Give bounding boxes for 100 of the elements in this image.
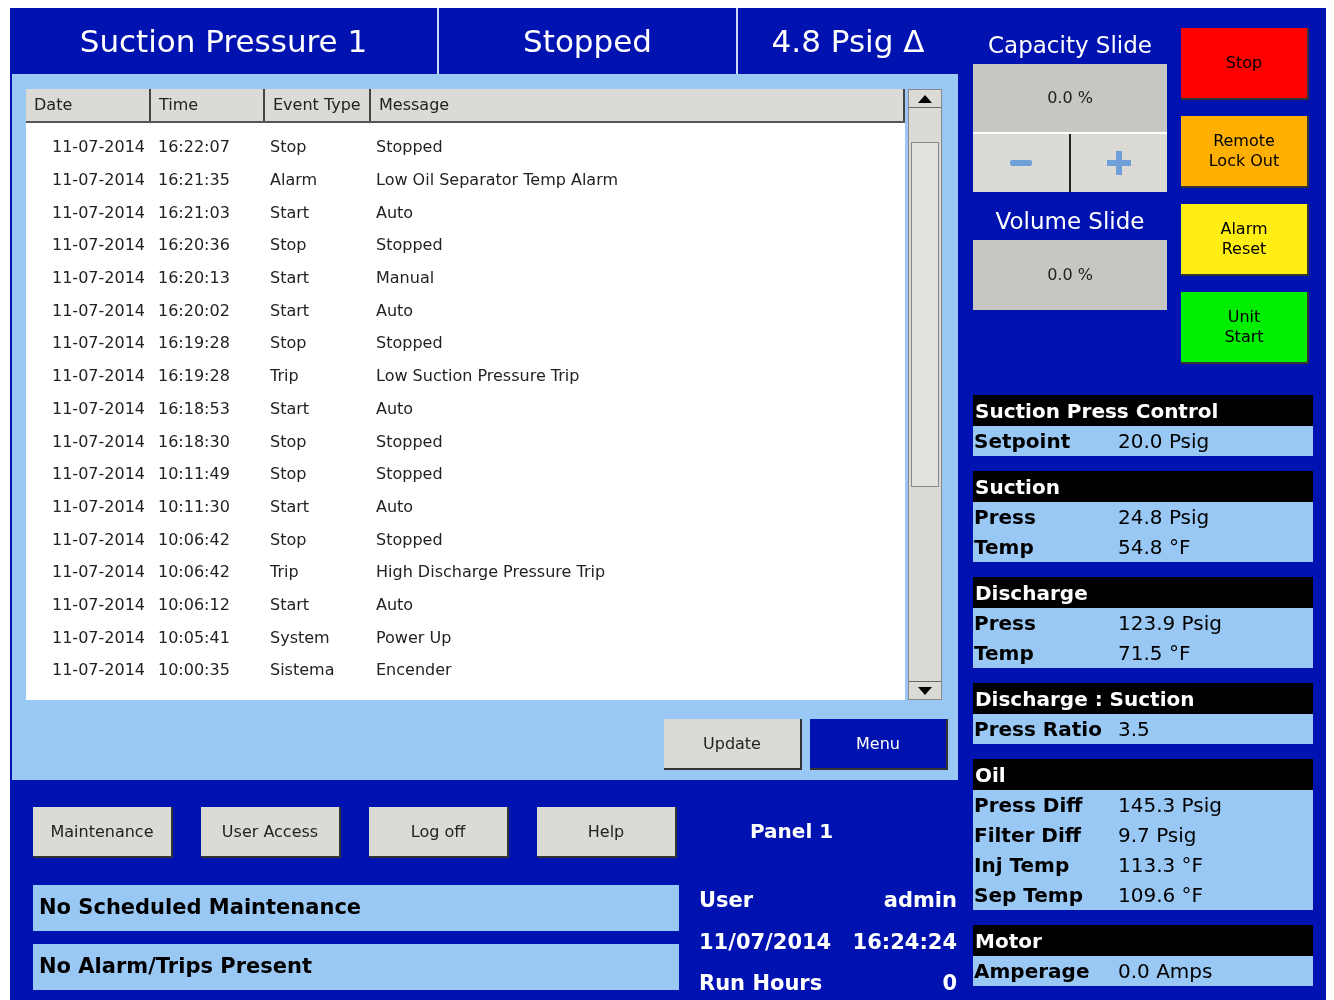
table-cell-text: Auto: [375, 593, 415, 616]
control-button[interactable]: Alarm Reset: [1181, 204, 1309, 276]
control-button[interactable]: Unit Start: [1181, 292, 1309, 364]
table-cell-text: Stopped: [375, 234, 444, 257]
table-cell-text: 10:11:30: [157, 495, 231, 518]
table-cell-text: 11-07-2014: [51, 626, 146, 649]
reading-value: 3.5: [1118, 716, 1150, 743]
table-cell-text: 10:00:35: [157, 659, 231, 682]
table-cell-text: 16:20:36: [157, 234, 231, 257]
table-cell-text: 16:21:35: [157, 169, 231, 192]
minus-icon: [1010, 160, 1032, 166]
section-title: Suction: [973, 471, 1313, 502]
table-cell-text: 11-07-2014: [51, 169, 146, 192]
table-cell-text: 16:21:03: [157, 201, 231, 224]
table-cell-text: Auto: [375, 495, 415, 518]
table-cell-text: 16:22:07: [157, 136, 231, 159]
table-cell-text: 11-07-2014: [51, 593, 146, 616]
volume-slide-title: Volume Slide: [994, 207, 1146, 236]
table-cell-text: Power Up: [375, 626, 453, 649]
panel-name: Panel 1: [750, 818, 834, 845]
volume-slide-value: 0.0 %: [973, 240, 1167, 310]
table-cell-text: 11-07-2014: [51, 234, 146, 257]
table-cell-text: High Discharge Pressure Trip: [375, 561, 607, 584]
table-cell-text: Start: [269, 593, 311, 616]
increase-button[interactable]: [1071, 134, 1167, 192]
run-hours-label: Run Hours: [699, 970, 823, 997]
reading-label: Press Diff: [973, 792, 1084, 819]
table-cell-text: 11-07-2014: [51, 463, 146, 486]
nav-button[interactable]: Log off: [369, 807, 509, 858]
status-message: No Scheduled Maintenance: [33, 885, 679, 931]
update-button[interactable]: Update: [664, 719, 802, 770]
table-cell-text: Start: [269, 299, 311, 322]
section-title: Discharge : Suction: [973, 683, 1313, 714]
control-button[interactable]: Stop: [1181, 28, 1309, 100]
table-cell-text: Trip: [269, 365, 300, 388]
table-cell-text: Stop: [269, 463, 308, 486]
reading-label: Press Ratio: [973, 716, 1103, 743]
status-message: No Alarm/Trips Present: [33, 944, 679, 990]
table-cell-text: Stopped: [375, 528, 444, 551]
nav-button[interactable]: Maintenance: [33, 807, 173, 858]
table-cell-text: 11-07-2014: [51, 201, 146, 224]
table-cell-text: Start: [269, 267, 311, 290]
table-cell-text: 16:20:02: [157, 299, 231, 322]
table-cell-text: Stop: [269, 332, 308, 355]
table-cell-text: 16:18:53: [157, 397, 231, 420]
decrease-button[interactable]: [973, 134, 1069, 192]
nav-button[interactable]: User Access: [201, 807, 341, 858]
reading-value: 20.0 Psig: [1118, 428, 1210, 455]
table-cell-text: 11-07-2014: [51, 136, 146, 159]
table-cell-text: 11-07-2014: [51, 365, 146, 388]
run-hours-value: 0: [942, 970, 957, 997]
table-cell-text: Encender: [375, 659, 453, 682]
column-header[interactable]: Date: [26, 89, 151, 121]
table-cell-text: Auto: [375, 299, 415, 322]
nav-button[interactable]: Help: [537, 807, 677, 858]
table-cell-text: Stopped: [375, 136, 444, 159]
section-title: Oil: [973, 759, 1313, 790]
reading-value: 24.8 Psig: [1118, 504, 1210, 531]
table-cell-text: 11-07-2014: [51, 299, 146, 322]
menu-button[interactable]: Menu: [810, 719, 948, 770]
column-header[interactable]: Message: [371, 89, 905, 121]
capacity-slide-title: Capacity Slide: [987, 31, 1153, 60]
reading-label: Amperage: [973, 958, 1091, 985]
down-arrow-icon: [918, 686, 932, 695]
section-title: Motor: [973, 925, 1313, 956]
control-button[interactable]: Remote Lock Out: [1181, 116, 1309, 188]
table-cell-text: 11-07-2014: [51, 495, 146, 518]
section-title: Discharge: [973, 577, 1313, 608]
table-cell-text: 11-07-2014: [51, 561, 146, 584]
table-cell-text: 10:06:42: [157, 528, 231, 551]
section-title: Suction Press Control: [973, 395, 1313, 426]
reading-label: Temp: [973, 534, 1035, 561]
table-cell-text: Start: [269, 397, 311, 420]
table-cell-text: Low Oil Separator Temp Alarm: [375, 169, 620, 192]
table-cell-text: 16:19:28: [157, 365, 231, 388]
reading-value: 54.8 °F: [1118, 534, 1191, 561]
table-cell-text: System: [269, 626, 331, 649]
table-cell-text: 11-07-2014: [51, 397, 146, 420]
capacity-slide-value: 0.0 %: [973, 64, 1167, 134]
table-cell-text: Stop: [269, 528, 308, 551]
scroll-thumb[interactable]: [911, 142, 939, 487]
reading-value: 145.3 Psig: [1118, 792, 1222, 819]
table-cell-text: Alarm: [269, 169, 319, 192]
reading-value: 109.6 °F: [1118, 882, 1204, 909]
reading-value: 71.5 °F: [1118, 640, 1191, 667]
table-cell-text: 11-07-2014: [51, 267, 146, 290]
table-cell-text: Auto: [375, 397, 415, 420]
current-time: 16:24:24: [852, 928, 957, 956]
up-arrow-icon: [918, 94, 932, 103]
column-header[interactable]: Time: [151, 89, 265, 121]
table-cell-text: Stopped: [375, 463, 444, 486]
table-cell-text: Auto: [375, 201, 415, 224]
table-cell-text: 16:18:30: [157, 430, 231, 453]
column-header[interactable]: Event Type: [265, 89, 371, 121]
table-cell-text: Stopped: [375, 332, 444, 355]
table-cell-text: Sistema: [269, 659, 336, 682]
table-cell-text: 11-07-2014: [51, 332, 146, 355]
table-cell-text: 10:05:41: [157, 626, 231, 649]
scrollbar[interactable]: [908, 89, 942, 700]
reading-label: Inj Temp: [973, 852, 1071, 879]
